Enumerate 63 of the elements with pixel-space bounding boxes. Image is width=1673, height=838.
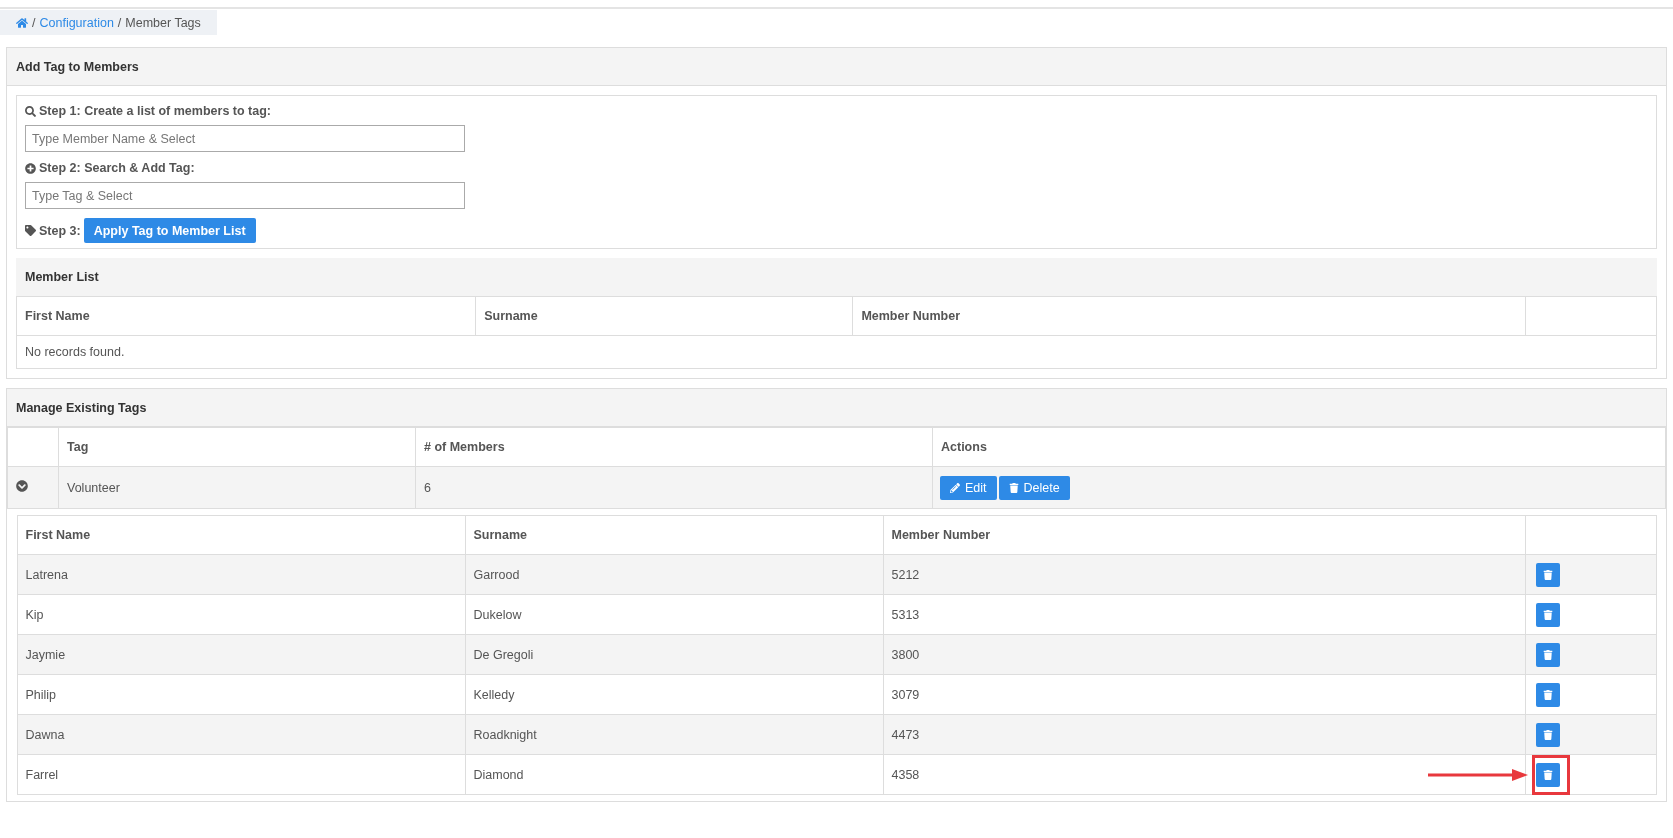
trash-icon	[1542, 609, 1553, 620]
pencil-icon	[950, 482, 960, 493]
panel-title: Add Tag to Members	[7, 48, 1666, 86]
column-header: Actions	[932, 427, 1666, 467]
table-cell: Farrel	[17, 754, 465, 795]
step-label: Step 1: Create a list of members to tag:	[39, 104, 271, 118]
table-cell: Diamond	[465, 754, 883, 795]
table-cell: Jaymie	[17, 634, 465, 675]
delete-button[interactable]	[1535, 602, 1560, 627]
table-cell: 3800	[883, 634, 1525, 675]
apply-tag-button[interactable]: Apply Tag to Member List	[83, 218, 256, 243]
trash-icon	[1542, 649, 1553, 660]
breadcrumb-current: Member Tags	[125, 15, 201, 30]
delete-button[interactable]	[1535, 642, 1560, 667]
table-cell: Roadknight	[465, 714, 883, 755]
column-header: Tag	[58, 427, 416, 467]
column-header: Member Number	[852, 296, 1526, 336]
column-header: Surname	[465, 515, 883, 555]
table-cell: Kip	[17, 594, 465, 635]
breadcrumb-separator: /	[117, 15, 122, 30]
input-field[interactable]: Type Tag & Select	[25, 182, 465, 209]
trash-icon	[1542, 689, 1553, 700]
step-label: Step 2: Search & Add Tag:	[39, 161, 195, 175]
table-cell: Volunteer	[58, 466, 416, 509]
chevron-down-icon[interactable]	[16, 480, 28, 492]
panel-title: Manage Existing Tags	[7, 389, 1666, 427]
table-cell: 6	[415, 466, 933, 509]
tag-icon	[25, 225, 36, 236]
column-header: # of Members	[415, 427, 933, 467]
delete-button[interactable]	[1535, 722, 1560, 747]
column-header: First Name	[16, 296, 476, 336]
table-cell: 3079	[883, 674, 1525, 715]
breadcrumb-separator: /	[32, 15, 36, 30]
delete-button[interactable]: Delete	[998, 475, 1070, 500]
delete-button[interactable]	[1535, 562, 1560, 587]
home-icon[interactable]	[16, 16, 28, 29]
trash-icon	[1542, 569, 1553, 580]
delete-button[interactable]	[1535, 682, 1560, 707]
input-field[interactable]: Type Member Name & Select	[25, 125, 465, 152]
edit-button[interactable]: Edit	[940, 475, 997, 500]
empty-message: No records found.	[16, 335, 1657, 369]
search-icon	[25, 105, 36, 117]
trash-icon	[1542, 729, 1553, 740]
table-cell: 4473	[883, 714, 1525, 755]
table-cell: Kelledy	[465, 674, 883, 715]
breadcrumb-link[interactable]: Configuration	[39, 15, 114, 30]
delete-button[interactable]	[1535, 762, 1560, 787]
trash-icon	[1542, 769, 1553, 780]
column-header: Surname	[475, 296, 853, 336]
member-list-title: Member List	[16, 258, 1657, 296]
table-cell: 5212	[883, 554, 1525, 595]
table-cell: Garrood	[465, 554, 883, 595]
trash-icon	[1008, 482, 1019, 493]
column-header: Member Number	[883, 515, 1525, 555]
table-cell: Dawna	[17, 714, 465, 755]
step-label: Step 3:	[39, 223, 81, 238]
table-cell: 4358	[883, 754, 1525, 795]
column-header: First Name	[17, 515, 465, 555]
table-cell: Dukelow	[465, 594, 883, 635]
table-cell: 5313	[883, 594, 1525, 635]
table-cell: Latrena	[17, 554, 465, 595]
table-cell: De Gregoli	[465, 634, 883, 675]
table-cell: Philip	[17, 674, 465, 715]
